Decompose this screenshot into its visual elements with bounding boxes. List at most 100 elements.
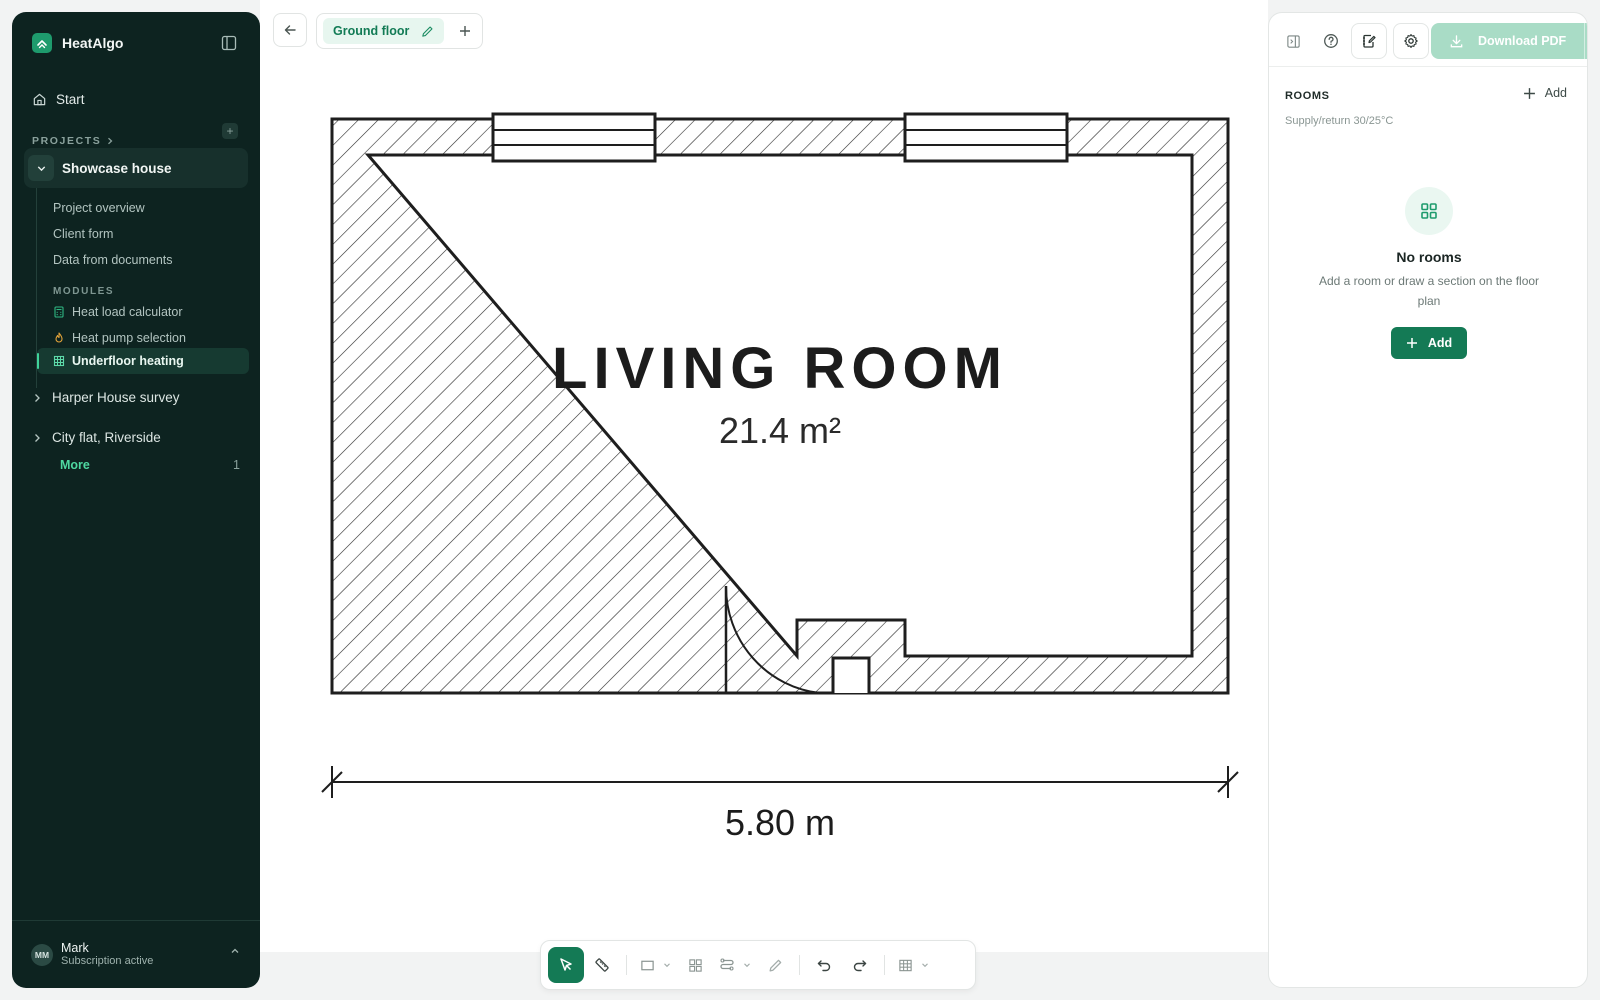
rooms-section-title: ROOMS <box>1285 90 1330 102</box>
user-name: Mark <box>61 940 89 955</box>
redo-button[interactable] <box>842 947 878 983</box>
project-subtree: Project overview Client form Data from d… <box>36 188 249 388</box>
collapse-panel-button[interactable] <box>1275 23 1311 59</box>
sidebar-panel-icon <box>221 35 237 51</box>
download-pdf-label: Download PDF <box>1478 34 1567 48</box>
chevron-down-icon <box>664 963 670 968</box>
calculator-icon <box>54 306 64 318</box>
add-room-button[interactable]: Add <box>1523 86 1567 100</box>
rectangle-tool-button[interactable] <box>633 947 661 983</box>
download-icon <box>1450 34 1463 47</box>
chevron-right-icon <box>35 393 40 402</box>
pipe-route-options-dropdown[interactable] <box>741 961 753 969</box>
empty-state-add-button[interactable]: Add <box>1391 327 1467 359</box>
chevron-right-icon <box>35 433 40 442</box>
rectangle-icon <box>640 960 654 970</box>
sidebar-collapse-button[interactable] <box>218 32 240 54</box>
download-split-divider <box>1584 23 1585 59</box>
pencil-icon[interactable] <box>421 25 434 38</box>
plus-icon <box>1406 338 1417 348</box>
room-name-label: LIVING ROOM <box>552 336 1008 401</box>
chevron-down-icon <box>744 963 750 968</box>
sidebar-item-heat-load-calculator[interactable]: Heat load calculator <box>53 305 182 319</box>
flame-icon <box>55 332 63 343</box>
table-grid-icon <box>898 959 912 971</box>
sidebar-item-start[interactable]: Start <box>32 92 85 107</box>
chevron-up-icon <box>231 948 239 953</box>
sidebar-item-project-overview[interactable]: Project overview <box>53 201 145 215</box>
empty-state-title: No rooms <box>1396 249 1462 265</box>
sidebar: HeatAlgo Start PROJECTS + Showcase house… <box>12 12 260 988</box>
add-project-button[interactable]: + <box>222 123 238 139</box>
toolbar-divider <box>626 955 627 975</box>
sidebar-item-label: Start <box>56 92 85 107</box>
window-left <box>491 112 657 163</box>
window-right <box>903 112 1069 163</box>
notes-button[interactable] <box>1351 23 1387 59</box>
measure-tool-button[interactable] <box>584 947 620 983</box>
floor-tab-label: Ground floor <box>333 24 410 38</box>
brand[interactable]: HeatAlgo <box>32 32 123 54</box>
sidebar-item-underfloor-heating-label: Underfloor heating <box>53 354 184 368</box>
wall <box>330 117 1230 695</box>
back-button[interactable] <box>273 13 307 47</box>
undo-icon <box>817 960 831 972</box>
grid-icon <box>53 355 65 367</box>
wall-notch <box>831 656 871 693</box>
notebook-pen-icon <box>1363 34 1376 48</box>
cursor-icon <box>560 958 572 971</box>
pencil-tool-button[interactable] <box>757 947 793 983</box>
drawing-toolbar <box>540 940 976 990</box>
gear-icon <box>1404 34 1418 48</box>
chevron-down-icon <box>37 165 45 171</box>
sidebar-item-heat-pump-selection[interactable]: Heat pump selection <box>53 331 186 345</box>
plus-icon <box>1523 87 1535 99</box>
project-harper-house-survey[interactable]: Harper House survey <box>32 390 180 405</box>
route-icon <box>720 958 734 971</box>
redo-icon <box>853 960 867 972</box>
user-menu[interactable]: MM Mark Subscription active <box>12 920 260 988</box>
grid-options-dropdown[interactable] <box>919 961 931 969</box>
add-floor-button[interactable] <box>454 20 476 42</box>
grid-toggle-button[interactable] <box>891 947 919 983</box>
chevron-right-icon <box>108 137 113 145</box>
plus-icon <box>460 26 471 36</box>
undo-button[interactable] <box>806 947 842 983</box>
sidebar-item-client-form[interactable]: Client form <box>53 227 113 241</box>
dimension-label: 5.80 m <box>725 802 835 843</box>
projects-section-label[interactable]: PROJECTS <box>32 135 114 147</box>
select-tool-button[interactable] <box>548 947 584 983</box>
pipe-route-tool-button[interactable] <box>713 947 741 983</box>
download-pdf-button[interactable]: Download PDF <box>1431 23 1587 59</box>
layout-grid-icon <box>1421 203 1437 219</box>
subscription-status: Subscription active <box>61 954 154 967</box>
room-area-label: 21.4 m² <box>719 410 841 451</box>
app-name: HeatAlgo <box>62 35 124 51</box>
panel-toolbar: Download PDF <box>1269 13 1587 67</box>
arrow-left-icon <box>284 25 296 35</box>
sidebar-item-underfloor-heating[interactable]: Underfloor heating <box>37 348 249 374</box>
more-projects-link[interactable]: More <box>60 458 90 472</box>
rooms-panel: Download PDF ROOMS Add Supply/return 30/… <box>1268 12 1588 988</box>
chevron-down-icon <box>922 963 928 968</box>
more-count-badge: 1 <box>233 458 240 472</box>
project-showcase-house[interactable]: Showcase house <box>24 148 248 188</box>
project-name: Showcase house <box>62 160 172 176</box>
project-city-flat-riverside[interactable]: City flat, Riverside <box>32 430 161 445</box>
sidebar-item-data-from-documents[interactable]: Data from documents <box>53 253 173 267</box>
modules-label: MODULES <box>53 286 115 297</box>
ruler-icon <box>595 958 609 972</box>
panel-collapse-icon <box>1286 34 1300 48</box>
floor-plan-drawing: LIVING ROOM 21.4 m² 5.80 m <box>321 112 1239 843</box>
tab-ground-floor[interactable]: Ground floor <box>323 18 445 44</box>
help-button[interactable] <box>1313 23 1349 59</box>
floor-tabs: Ground floor <box>316 13 484 49</box>
grid-four-icon <box>688 958 702 972</box>
rectangle-options-dropdown[interactable] <box>661 961 673 969</box>
help-circle-icon <box>1324 34 1338 48</box>
plus-icon: + <box>226 124 234 138</box>
collapse-project-button[interactable] <box>28 155 54 181</box>
rooms-grid-tool-button[interactable] <box>677 947 713 983</box>
settings-button[interactable] <box>1393 23 1429 59</box>
heatalgo-logo-icon <box>32 33 52 53</box>
